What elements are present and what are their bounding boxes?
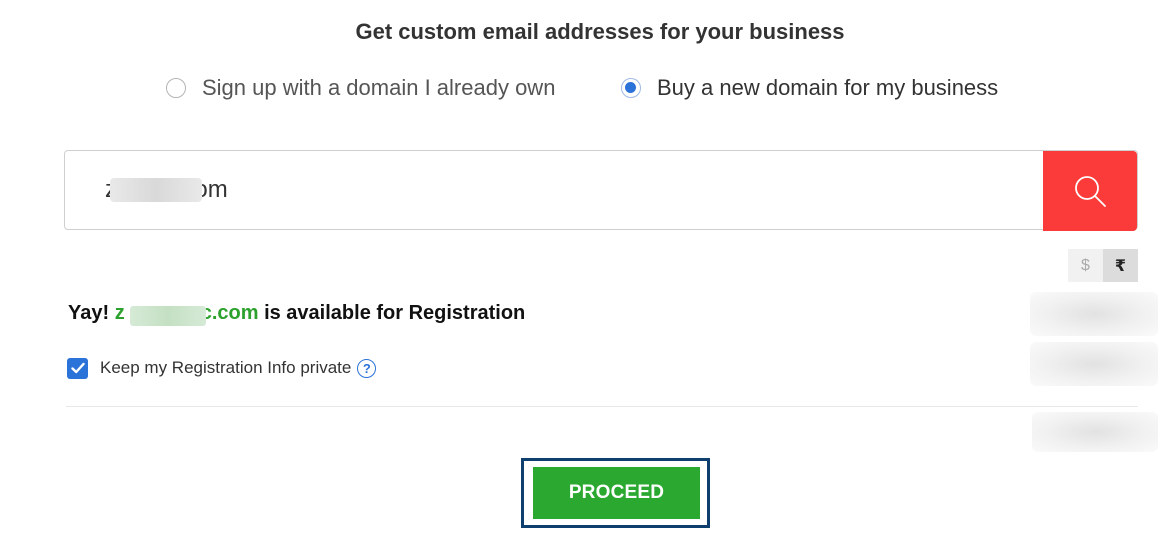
option-own-domain[interactable]: Sign up with a domain I already own [166,74,555,102]
redacted-price-3 [1032,412,1158,452]
help-icon[interactable]: ? [357,358,377,378]
currency-toggle: $ ₹ [1068,249,1138,282]
domain-search-input[interactable] [105,173,1035,207]
availability-suffix: is available for Registration [258,302,526,324]
availability-prefix: Yay! [68,302,115,324]
redacted-domain-highlight [130,306,206,326]
search-icon [1075,176,1106,207]
option-own-domain-label: Sign up with a domain I already own [202,75,556,100]
redacted-price-2 [1030,342,1158,386]
redacted-price-1 [1030,292,1158,336]
proceed-button[interactable]: PROCEED [533,467,700,519]
domain-search-box [64,150,1138,231]
privacy-option[interactable]: Keep my Registration Info private ? [67,357,377,379]
search-button[interactable] [1043,151,1137,231]
currency-usd-button[interactable]: $ [1068,249,1103,282]
currency-inr-button[interactable]: ₹ [1103,249,1138,282]
radio-buy-domain[interactable] [621,78,641,98]
page-title: Get custom email addresses for your busi… [355,19,845,44]
option-buy-domain-label: Buy a new domain for my business [657,75,999,100]
divider [66,406,1138,407]
available-domain-end: c.com [200,302,259,324]
radio-own-domain[interactable] [166,78,186,98]
privacy-label: Keep my Registration Info private [100,358,352,377]
privacy-checkbox[interactable] [67,357,88,379]
redacted-domain-text [110,178,202,202]
option-buy-domain[interactable]: Buy a new domain for my business [621,74,998,102]
checkmark-icon [70,362,85,374]
available-domain-start: z [114,302,125,324]
